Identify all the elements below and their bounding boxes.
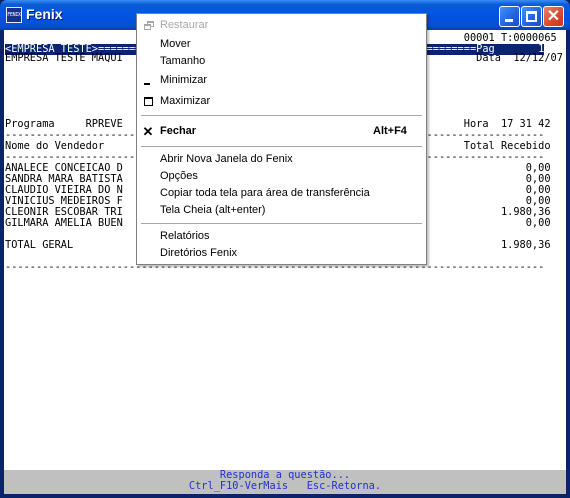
menu-item-maximizar[interactable]: Maximizar [137,93,426,110]
window-title: Fenix [26,6,63,22]
menu-item-tela-cheia[interactable]: Tela Cheia (alt+enter) [137,202,426,219]
minimize-icon [505,19,513,22]
minimize-icon [141,72,155,89]
restore-icon [141,17,155,34]
menu-item-copiar-tela[interactable]: Copiar toda tela para área de transferên… [137,185,426,202]
menu-item-relatorios[interactable]: Relatórios [137,228,426,245]
fenix-app-icon[interactable]: FENIX [6,7,22,23]
system-context-menu: Restaurar Mover Tamanho Minimizar Maximi… [136,13,427,265]
menu-item-opcoes[interactable]: Opções [137,168,426,185]
menu-item-restaurar[interactable]: Restaurar [137,17,426,34]
maximize-button[interactable] [521,6,542,27]
menu-item-mover[interactable]: Mover [137,36,426,53]
status-bar: Responda a questão... Ctrl_F10-VerMais E… [4,470,566,494]
menu-separator [141,146,422,147]
maximize-icon [141,93,155,110]
menu-item-fechar[interactable]: ✕ Fechar Alt+F4 [137,123,426,140]
maximize-icon [526,11,537,22]
status-hints: Ctrl_F10-VerMais Esc-Retorna. [188,480,382,492]
menu-separator [141,115,422,116]
shortcut-label: Alt+F4 [373,125,407,137]
menu-item-diretorios[interactable]: Diretórios Fenix [137,245,426,262]
menu-item-tamanho[interactable]: Tamanho [137,53,426,70]
close-icon: ✕ [546,8,561,25]
menu-item-abrir-nova-janela[interactable]: Abrir Nova Janela do Fenix [137,151,426,168]
app-window: FENIX Fenix ✕ 00001 T:0000065<EMPRESA TE… [0,0,570,498]
close-button[interactable]: ✕ [543,6,564,27]
minimize-button[interactable] [499,6,520,27]
close-icon: ✕ [142,124,154,139]
menu-separator [141,223,422,224]
menu-item-minimizar[interactable]: Minimizar [137,72,426,89]
